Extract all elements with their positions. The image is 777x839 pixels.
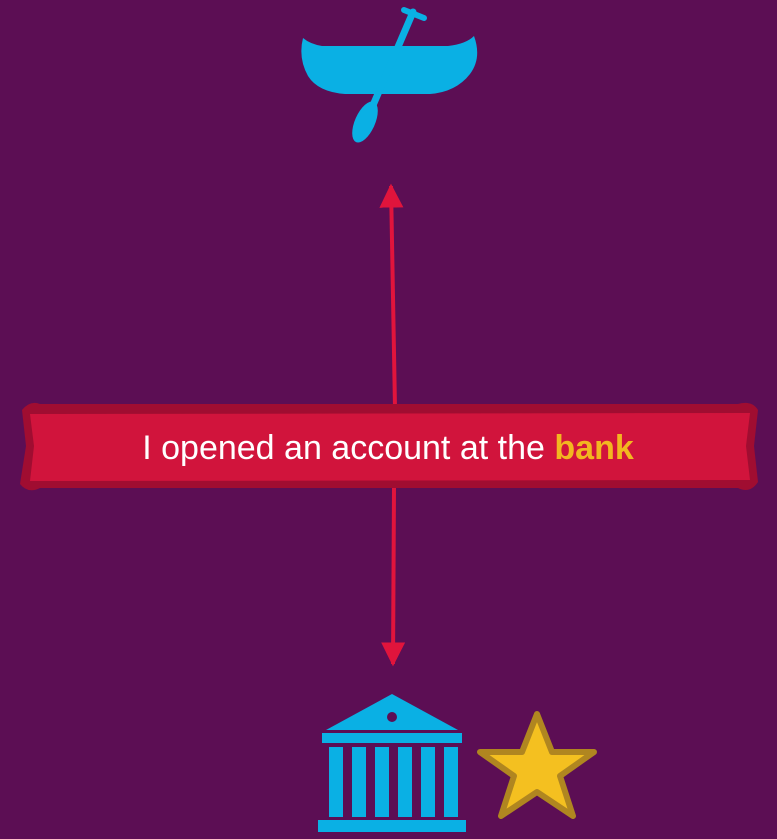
arrow-to-canoe (379, 183, 404, 409)
sentence-keyword: bank (554, 428, 634, 467)
sentence-text: I opened an account at the (142, 428, 545, 467)
arrow-to-bank (381, 487, 406, 667)
sentence: I opened an account at the bank (18, 412, 758, 484)
bank-building-icon (318, 694, 466, 832)
canoe-with-paddle-icon (301, 7, 478, 143)
star-icon (477, 711, 597, 819)
